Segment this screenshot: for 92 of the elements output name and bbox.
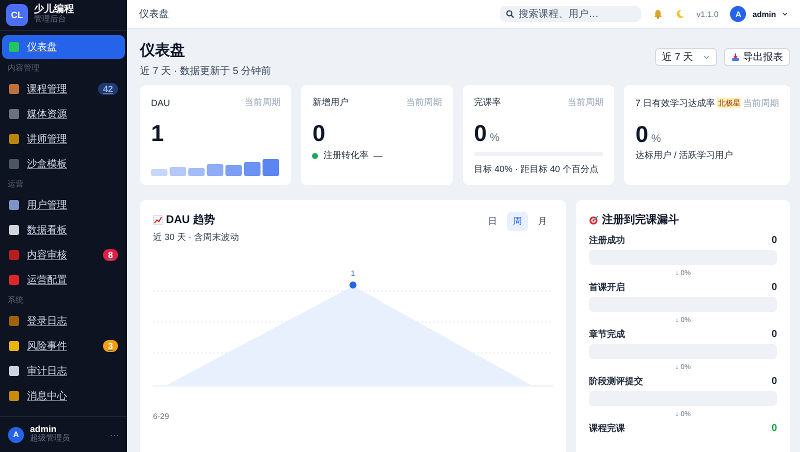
nav-item[interactable]: 数据看板 bbox=[2, 218, 125, 242]
nav-item[interactable]: 课程管理 42 bbox=[2, 77, 125, 101]
tile-icon bbox=[9, 275, 19, 285]
nav-item[interactable]: 讲师管理 bbox=[2, 127, 125, 151]
user-role: 超级管理员 bbox=[30, 434, 71, 443]
nav-item[interactable]: 媒体资源 bbox=[2, 102, 125, 126]
user-name[interactable]: admin bbox=[752, 10, 776, 18]
nav-item[interactable]: 仪表盘 bbox=[2, 35, 125, 59]
nav-item[interactable]: 沙盒模板 bbox=[2, 152, 125, 176]
nav-item[interactable]: 用户管理 bbox=[2, 193, 125, 217]
panel-title: DAU 趋势 bbox=[166, 212, 215, 227]
tile-icon bbox=[9, 84, 19, 94]
axis-label: 6-29 bbox=[153, 412, 170, 421]
period-label: 当前周期 bbox=[244, 96, 280, 109]
step-label: 课程完课 bbox=[589, 423, 625, 434]
period-label: 当前周期 bbox=[567, 96, 604, 109]
card-title: 7 日有效学习达成率 bbox=[635, 96, 715, 110]
period-tab[interactable]: 周 bbox=[507, 212, 528, 231]
step-value: 0 bbox=[771, 329, 777, 340]
metric-value: 0 bbox=[635, 122, 648, 146]
period-label: 当前周期 bbox=[406, 96, 442, 109]
download-icon bbox=[731, 52, 740, 62]
section-title: 系统 bbox=[6, 294, 25, 307]
tile-icon bbox=[9, 109, 19, 119]
step-label: 阶段测评提交 bbox=[589, 376, 643, 387]
step-value: 0 bbox=[771, 282, 777, 293]
page-title: 仪表盘 bbox=[140, 42, 186, 59]
target-icon bbox=[589, 214, 599, 224]
period-tab[interactable]: 月 bbox=[532, 212, 553, 231]
nav-item[interactable]: 运营配置 bbox=[2, 268, 125, 292]
avatar: A bbox=[8, 426, 24, 442]
version-label: v1.1.0 bbox=[696, 10, 718, 18]
step-value: 0 bbox=[771, 423, 777, 434]
nav-item[interactable]: 审计日志 bbox=[2, 359, 125, 383]
status-label: 注册转化率 bbox=[323, 149, 368, 162]
range-select[interactable]: 近 7 天 bbox=[655, 48, 717, 66]
nav-item[interactable]: 消息中心 bbox=[2, 384, 125, 408]
period-tab[interactable]: 日 bbox=[482, 212, 503, 231]
metric-value: 1 bbox=[151, 121, 164, 145]
avatar: A bbox=[730, 6, 746, 22]
page-subtitle: 近 7 天 · 数据更新于 5 分钟前 bbox=[140, 64, 272, 78]
unit-label: % bbox=[490, 132, 500, 144]
section-title: 运营 bbox=[6, 178, 25, 191]
line-chart-icon bbox=[153, 214, 163, 224]
point-label: 1 bbox=[350, 269, 356, 278]
section-title: 内容管理 bbox=[6, 62, 41, 75]
nav-item[interactable]: 风险事件 3 bbox=[2, 334, 125, 358]
tile-icon bbox=[9, 250, 19, 260]
caption: 达标用户 / 活跃学习用户 bbox=[635, 149, 734, 162]
data-point[interactable] bbox=[350, 282, 356, 288]
more-button[interactable]: ··· bbox=[110, 430, 119, 440]
search-icon bbox=[506, 10, 514, 18]
panel-title: 注册到完课漏斗 bbox=[602, 212, 679, 227]
tile-icon bbox=[9, 159, 19, 169]
brand-name: 少儿编程 bbox=[34, 4, 74, 15]
panel-subtitle: 近 30 天 · 含周末波动 bbox=[153, 231, 240, 244]
bell-icon[interactable] bbox=[652, 9, 663, 19]
brand-subtitle: 管理后台 bbox=[34, 15, 66, 24]
step-value: 0 bbox=[771, 376, 777, 387]
export-button[interactable]: 导出报表 bbox=[724, 48, 790, 66]
chevron-down-icon bbox=[782, 11, 788, 17]
period-label: 当前周期 bbox=[743, 96, 779, 110]
count-badge: 8 bbox=[102, 249, 118, 261]
user-name: admin bbox=[30, 424, 58, 434]
metric-value: 0 bbox=[312, 121, 326, 145]
card-title: DAU bbox=[151, 98, 170, 108]
metric-value: 0 bbox=[474, 121, 487, 145]
tile-icon bbox=[9, 134, 19, 144]
tile-icon bbox=[9, 391, 19, 401]
tile-icon bbox=[9, 341, 19, 351]
step-value: 0 bbox=[771, 235, 777, 246]
step-label: 首课开启 bbox=[589, 282, 625, 293]
unit-label: % bbox=[651, 133, 662, 145]
moon-icon[interactable] bbox=[674, 9, 685, 19]
tile-icon bbox=[9, 366, 19, 376]
chevron-down-icon bbox=[703, 54, 710, 60]
nav-item[interactable]: 登录日志 bbox=[2, 309, 125, 333]
tile-icon bbox=[9, 200, 19, 210]
nav-item[interactable]: 内容审核 8 bbox=[2, 243, 125, 267]
count-badge: 3 bbox=[102, 340, 118, 352]
logo: CL bbox=[6, 4, 28, 26]
tile-icon bbox=[9, 316, 19, 326]
step-label: 注册成功 bbox=[589, 235, 625, 246]
count-badge: 42 bbox=[98, 83, 118, 95]
breadcrumb: 仪表盘 bbox=[139, 8, 170, 21]
caption: 目标 40% · 距目标 40 个百分点 bbox=[474, 163, 600, 176]
step-label: 章节完成 bbox=[589, 329, 625, 340]
card-title: 新增用户 bbox=[312, 96, 348, 109]
tile-icon bbox=[9, 225, 19, 235]
tile-icon bbox=[9, 42, 19, 52]
status-value: — bbox=[373, 150, 382, 160]
card-title: 完课率 bbox=[474, 96, 501, 109]
